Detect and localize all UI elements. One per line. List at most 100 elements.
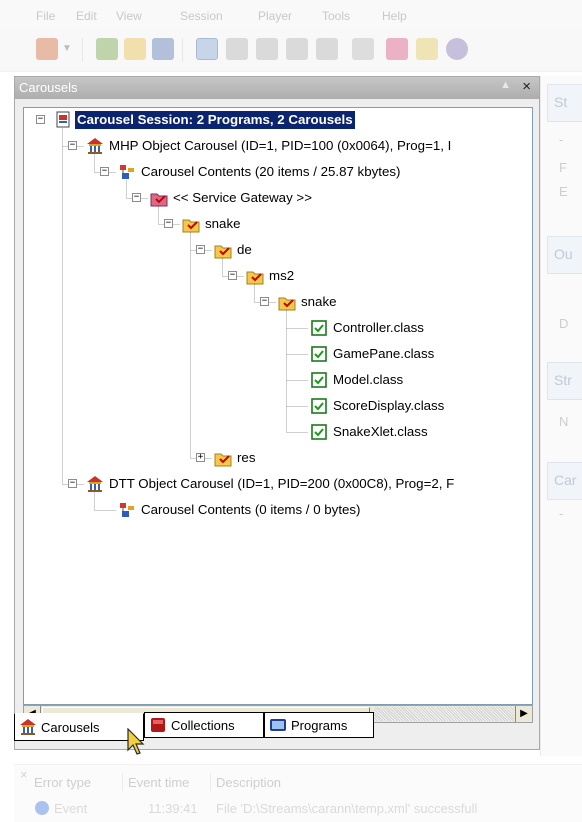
toolbar: ▼ [0, 30, 582, 72]
session-icon [56, 111, 70, 128]
folder-icon [214, 245, 232, 259]
tree-item-label: de [237, 242, 252, 257]
tree-item[interactable]: Carousel Contents (0 items / 0 bytes) [118, 500, 363, 520]
error-row-type: Event [54, 801, 88, 816]
menu-session[interactable]: Session [180, 9, 223, 23]
tree-item-label: ms2 [269, 268, 295, 283]
carousel-icon [20, 719, 36, 735]
error-list-panel: × Error type Event time Description Even… [14, 764, 582, 822]
right-panel-text: N [559, 414, 569, 429]
tree-item-label: DTT Object Carousel (ID=1, PID=200 (0x00… [109, 476, 455, 491]
column-separator [210, 773, 211, 791]
open-folder-icon[interactable] [124, 38, 146, 60]
collapse-toggle-icon[interactable]: − [260, 297, 269, 306]
tree-item[interactable]: SnakeXlet.class [310, 422, 430, 442]
disabled-icon [286, 38, 308, 60]
tree-item-label: SnakeXlet.class [333, 424, 428, 439]
error-row-description: File 'D:\Streams\carann\temp.xml' succes… [216, 801, 478, 816]
tab-car[interactable]: Car [547, 462, 582, 500]
collapse-toggle-icon[interactable]: − [196, 245, 205, 254]
save-icon[interactable] [152, 38, 174, 60]
error-list-close-icon[interactable]: × [20, 767, 28, 782]
menu-player[interactable]: Player [258, 9, 292, 23]
disabled-icon [226, 38, 248, 60]
tab-st[interactable]: St [547, 84, 582, 122]
collapse-toggle-icon[interactable]: − [228, 271, 237, 280]
tab-label: Programs [291, 717, 348, 733]
folder-icon [214, 453, 232, 467]
collections-icon [151, 718, 165, 732]
panel-title-bar: Carousels ▲ × [15, 77, 539, 99]
right-panel-text: F [559, 160, 567, 175]
column-separator [122, 773, 123, 791]
tree-item[interactable]: GamePane.class [310, 344, 436, 364]
expand-toggle-icon[interactable]: + [196, 453, 205, 462]
tree-item[interactable]: << Service Gateway >> [150, 188, 314, 208]
carousel-icon [87, 138, 103, 154]
t-circle-icon[interactable] [446, 38, 468, 60]
tab-collections[interactable]: Collections [144, 712, 264, 738]
new-file-icon[interactable] [96, 38, 118, 60]
tree-item[interactable]: ms2 [246, 266, 296, 286]
tab-programs[interactable]: Programs [264, 712, 374, 738]
folder-icon [182, 219, 200, 233]
menu-file[interactable]: File [36, 9, 55, 23]
collapse-toggle-icon[interactable]: − [100, 167, 109, 176]
tree-item[interactable]: snake [182, 214, 242, 234]
scroll-right-button[interactable]: ▶ [515, 706, 532, 722]
class-file-icon [311, 372, 327, 388]
dropdown-arrow-icon[interactable]: ▼ [62, 38, 72, 60]
tree-item[interactable]: res [214, 448, 257, 468]
menu-help[interactable]: Help [382, 9, 407, 23]
scroll-track[interactable] [374, 707, 514, 721]
tab-carousels[interactable]: Carousels [14, 713, 144, 741]
menu-view[interactable]: View [116, 9, 142, 23]
menu-tools[interactable]: Tools [322, 9, 350, 23]
tree-item-label: MHP Object Carousel (ID=1, PID=100 (0x00… [109, 138, 452, 153]
toolbar-separator [182, 38, 183, 62]
tab-str[interactable]: Str [547, 362, 582, 400]
tree-item[interactable]: snake [278, 292, 338, 312]
class-file-icon [311, 346, 327, 362]
menu-bar: File Edit View Session Player Tools Help [0, 0, 582, 30]
collapse-toggle-icon[interactable]: − [132, 193, 141, 202]
menu-edit[interactable]: Edit [76, 9, 97, 23]
tree-item[interactable]: Controller.class [310, 318, 426, 338]
tree-item[interactable]: DTT Object Carousel (ID=1, PID=200 (0x00… [86, 474, 456, 494]
collapse-toggle-icon[interactable]: − [36, 115, 45, 124]
panel-minimize-icon[interactable]: ▲ [500, 79, 511, 91]
layout-icon[interactable] [196, 38, 218, 60]
tree-item[interactable]: Carousel Contents (20 items / 25.87 kbyt… [118, 162, 402, 182]
info-icon [35, 801, 49, 815]
player-icon[interactable] [416, 38, 438, 60]
tree-item[interactable]: de [214, 240, 254, 260]
tree-item-label: ScoreDisplay.class [333, 398, 445, 413]
tree-item-label: << Service Gateway >> [173, 190, 312, 205]
tree-item[interactable]: Model.class [310, 370, 405, 390]
class-file-icon [311, 320, 327, 336]
tree-item-label: Controller.class [333, 320, 424, 335]
disabled-icon [316, 38, 338, 60]
tree-item[interactable]: Carousel Session: 2 Programs, 2 Carousel… [54, 110, 355, 130]
class-file-icon [311, 398, 327, 414]
tree-item-label: snake [301, 294, 337, 309]
carousel-tree[interactable]: − Carousel Session: 2 Programs, 2 Carouse… [23, 107, 533, 705]
tab-ou[interactable]: Ou [547, 236, 582, 274]
tree-item[interactable]: ScoreDisplay.class [310, 396, 446, 416]
contents-icon [120, 165, 134, 179]
collapse-toggle-icon[interactable]: − [164, 219, 173, 228]
mouse-cursor-icon [127, 728, 145, 755]
broadcast-icon[interactable] [386, 38, 408, 60]
collapse-toggle-icon[interactable]: − [68, 479, 77, 488]
tree-item[interactable]: MHP Object Carousel (ID=1, PID=100 (0x00… [86, 136, 453, 156]
tree-item-label: Model.class [333, 372, 404, 387]
column-header-event-time[interactable]: Event time [128, 775, 189, 790]
folder-icon [246, 271, 264, 285]
tree-item-label: GamePane.class [333, 346, 435, 361]
collapse-toggle-icon[interactable]: − [68, 141, 77, 150]
new-carousel-icon[interactable] [36, 38, 58, 60]
column-header-error-type[interactable]: Error type [34, 775, 91, 790]
toolbar-separator [82, 38, 83, 62]
column-header-description[interactable]: Description [216, 775, 281, 790]
panel-close-button[interactable]: × [522, 78, 531, 95]
